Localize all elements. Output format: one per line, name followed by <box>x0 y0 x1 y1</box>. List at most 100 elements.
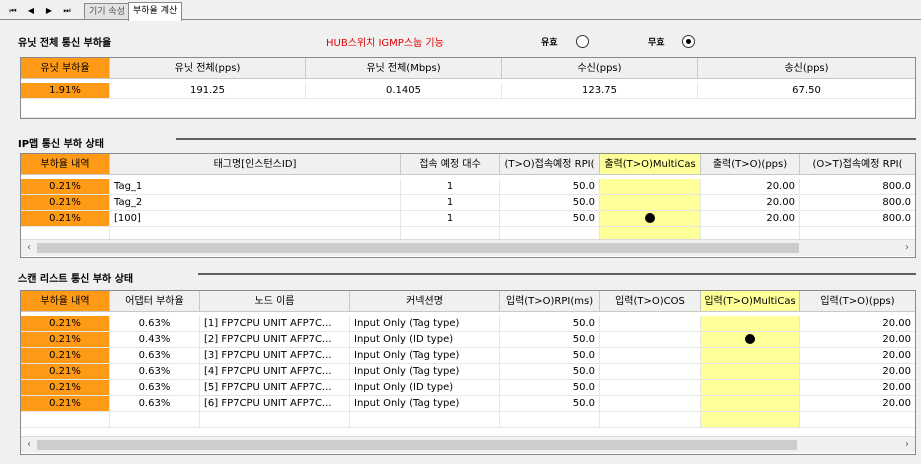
scan-horizontal-scrollbar[interactable]: ‹ › <box>21 436 915 453</box>
scan-cell-adapter[interactable]: 0.63% <box>110 396 200 412</box>
ip-cell-tag[interactable]: [100] <box>110 211 401 227</box>
scan-cell-in-pps[interactable]: 20.00 <box>800 380 915 396</box>
scan-cell-multicast[interactable] <box>701 316 800 332</box>
ip-cell-out-pps[interactable]: 20.00 <box>701 211 800 227</box>
scan-cell-load[interactable]: 0.21% <box>21 332 110 348</box>
next-tab-icon[interactable]: ▶ <box>42 4 56 18</box>
scan-cell-multicast[interactable] <box>701 332 800 348</box>
scan-cell-node[interactable]: [4] FP7CPU UNIT AFP7C... <box>200 364 350 380</box>
first-tab-icon[interactable]: ⏮ <box>6 4 20 18</box>
scan-cell-multicast[interactable] <box>701 364 800 380</box>
scan-cell-multicast[interactable] <box>701 380 800 396</box>
scan-cell-connection[interactable]: Input Only (ID type) <box>350 332 500 348</box>
scan-cell-rpi[interactable]: 50.0 <box>500 332 600 348</box>
ip-cell-out-pps[interactable]: 20.00 <box>701 195 800 211</box>
scan-cell-rpi[interactable]: 50.0 <box>500 364 600 380</box>
ip-cell-ot-rpi[interactable]: 800.0 <box>800 195 915 211</box>
scan-cell-cos[interactable] <box>600 364 701 380</box>
scan-cell-node[interactable]: [3] FP7CPU UNIT AFP7C... <box>200 348 350 364</box>
scan-cell-cos[interactable] <box>600 332 701 348</box>
last-tab-icon[interactable]: ⏭ <box>60 4 74 18</box>
scan-cell-cos[interactable] <box>600 316 701 332</box>
ip-cell-ot-rpi[interactable]: 800.0 <box>800 179 915 195</box>
unit-tx-value: 67.50 <box>698 83 915 99</box>
scan-cell-cos[interactable] <box>600 380 701 396</box>
ip-grid: 부하율 내역 태그명[인스턴스ID] 접속 예정 대수 (T>O)접속예정 RP… <box>20 153 916 258</box>
scan-empty-cell <box>800 412 915 428</box>
scan-scroll-thumb[interactable] <box>37 440 797 450</box>
ip-cell-multicast[interactable] <box>600 211 701 227</box>
ip-horizontal-scrollbar[interactable]: ‹ › <box>21 239 915 256</box>
scan-cell-in-pps[interactable]: 20.00 <box>800 364 915 380</box>
scan-cell-load[interactable]: 0.21% <box>21 396 110 412</box>
scan-cell-load[interactable]: 0.21% <box>21 348 110 364</box>
scan-cell-connection[interactable]: Input Only (Tag type) <box>350 396 500 412</box>
ip-cell-load[interactable]: 0.21% <box>21 179 110 195</box>
scroll-right-icon[interactable]: › <box>899 437 915 453</box>
scan-cell-connection[interactable]: Input Only (ID type) <box>350 380 500 396</box>
ip-cell-multicast[interactable] <box>600 179 701 195</box>
unit-rx-value: 123.75 <box>502 83 698 99</box>
scan-cell-connection[interactable]: Input Only (Tag type) <box>350 348 500 364</box>
scan-cell-load[interactable]: 0.21% <box>21 364 110 380</box>
scan-cell-rpi[interactable]: 50.0 <box>500 316 600 332</box>
multicast-dot-icon <box>745 334 755 344</box>
scan-cell-adapter[interactable]: 0.63% <box>110 316 200 332</box>
unit-mbps-value: 0.1405 <box>306 83 502 99</box>
scan-cell-load[interactable]: 0.21% <box>21 380 110 396</box>
invalid-radio[interactable] <box>682 35 695 48</box>
scan-cell-adapter[interactable]: 0.63% <box>110 380 200 396</box>
scroll-left-icon[interactable]: ‹ <box>21 240 37 256</box>
scan-cell-adapter[interactable]: 0.63% <box>110 348 200 364</box>
tab-load-calculation[interactable]: 부하율 계산 <box>128 2 183 21</box>
scan-empty-cell <box>701 412 800 428</box>
ip-scroll-thumb[interactable] <box>37 243 799 253</box>
scroll-right-icon[interactable]: › <box>899 240 915 256</box>
scan-cell-rpi[interactable]: 50.0 <box>500 348 600 364</box>
scan-cell-in-pps[interactable]: 20.00 <box>800 396 915 412</box>
scan-cell-load[interactable]: 0.21% <box>21 316 110 332</box>
ip-cell-tag[interactable]: Tag_2 <box>110 195 401 211</box>
scan-cell-rpi[interactable]: 50.0 <box>500 396 600 412</box>
scan-cell-node[interactable]: [5] FP7CPU UNIT AFP7C... <box>200 380 350 396</box>
unit-section-title: 유닛 전체 통신 부하율 <box>18 38 112 49</box>
ip-cell-multicast[interactable] <box>600 195 701 211</box>
ip-cell-rpi[interactable]: 50.0 <box>500 179 600 195</box>
scan-cell-connection[interactable]: Input Only (Tag type) <box>350 364 500 380</box>
ip-cell-rpi[interactable]: 50.0 <box>500 195 600 211</box>
scan-cell-node[interactable]: [1] FP7CPU UNIT AFP7C... <box>200 316 350 332</box>
scan-header-load: 부하율 내역 <box>21 291 110 312</box>
scan-cell-connection[interactable]: Input Only (Tag type) <box>350 316 500 332</box>
scan-cell-cos[interactable] <box>600 396 701 412</box>
scan-cell-multicast[interactable] <box>701 348 800 364</box>
ip-cell-count[interactable]: 1 <box>401 211 500 227</box>
scan-cell-node[interactable]: [2] FP7CPU UNIT AFP7C... <box>200 332 350 348</box>
ip-cell-load[interactable]: 0.21% <box>21 211 110 227</box>
prev-tab-icon[interactable]: ◀ <box>24 4 38 18</box>
scan-cell-in-pps[interactable]: 20.00 <box>800 332 915 348</box>
ip-cell-ot-rpi[interactable]: 800.0 <box>800 211 915 227</box>
scan-grid: 부하율 내역 어댑터 부하율 노드 이름 커넥션명 입력(T>O)RPI(ms)… <box>20 290 916 455</box>
scan-cell-rpi[interactable]: 50.0 <box>500 380 600 396</box>
scan-cell-multicast[interactable] <box>701 396 800 412</box>
ip-cell-tag[interactable]: Tag_1 <box>110 179 401 195</box>
scan-cell-cos[interactable] <box>600 348 701 364</box>
ip-section-separator <box>176 138 916 140</box>
tab-device-properties[interactable]: 기기 속성 <box>84 3 130 20</box>
ip-header-ot-rpi: (O>T)접속예정 RPI( <box>800 154 915 175</box>
scan-cell-node[interactable]: [6] FP7CPU UNIT AFP7C... <box>200 396 350 412</box>
ip-cell-count[interactable]: 1 <box>401 195 500 211</box>
ip-cell-count[interactable]: 1 <box>401 179 500 195</box>
scan-cell-adapter[interactable]: 0.43% <box>110 332 200 348</box>
ip-header-rpi: (T>O)접속예정 RPI( <box>500 154 600 175</box>
multicast-dot-icon <box>645 213 655 223</box>
scan-cell-in-pps[interactable]: 20.00 <box>800 316 915 332</box>
ip-cell-load[interactable]: 0.21% <box>21 195 110 211</box>
scroll-left-icon[interactable]: ‹ <box>21 437 37 453</box>
scan-cell-in-pps[interactable]: 20.00 <box>800 348 915 364</box>
ip-cell-rpi[interactable]: 50.0 <box>500 211 600 227</box>
ip-cell-out-pps[interactable]: 20.00 <box>701 179 800 195</box>
valid-radio[interactable] <box>576 35 589 48</box>
scan-cell-adapter[interactable]: 0.63% <box>110 364 200 380</box>
unit-load-value: 1.91% <box>21 83 110 99</box>
